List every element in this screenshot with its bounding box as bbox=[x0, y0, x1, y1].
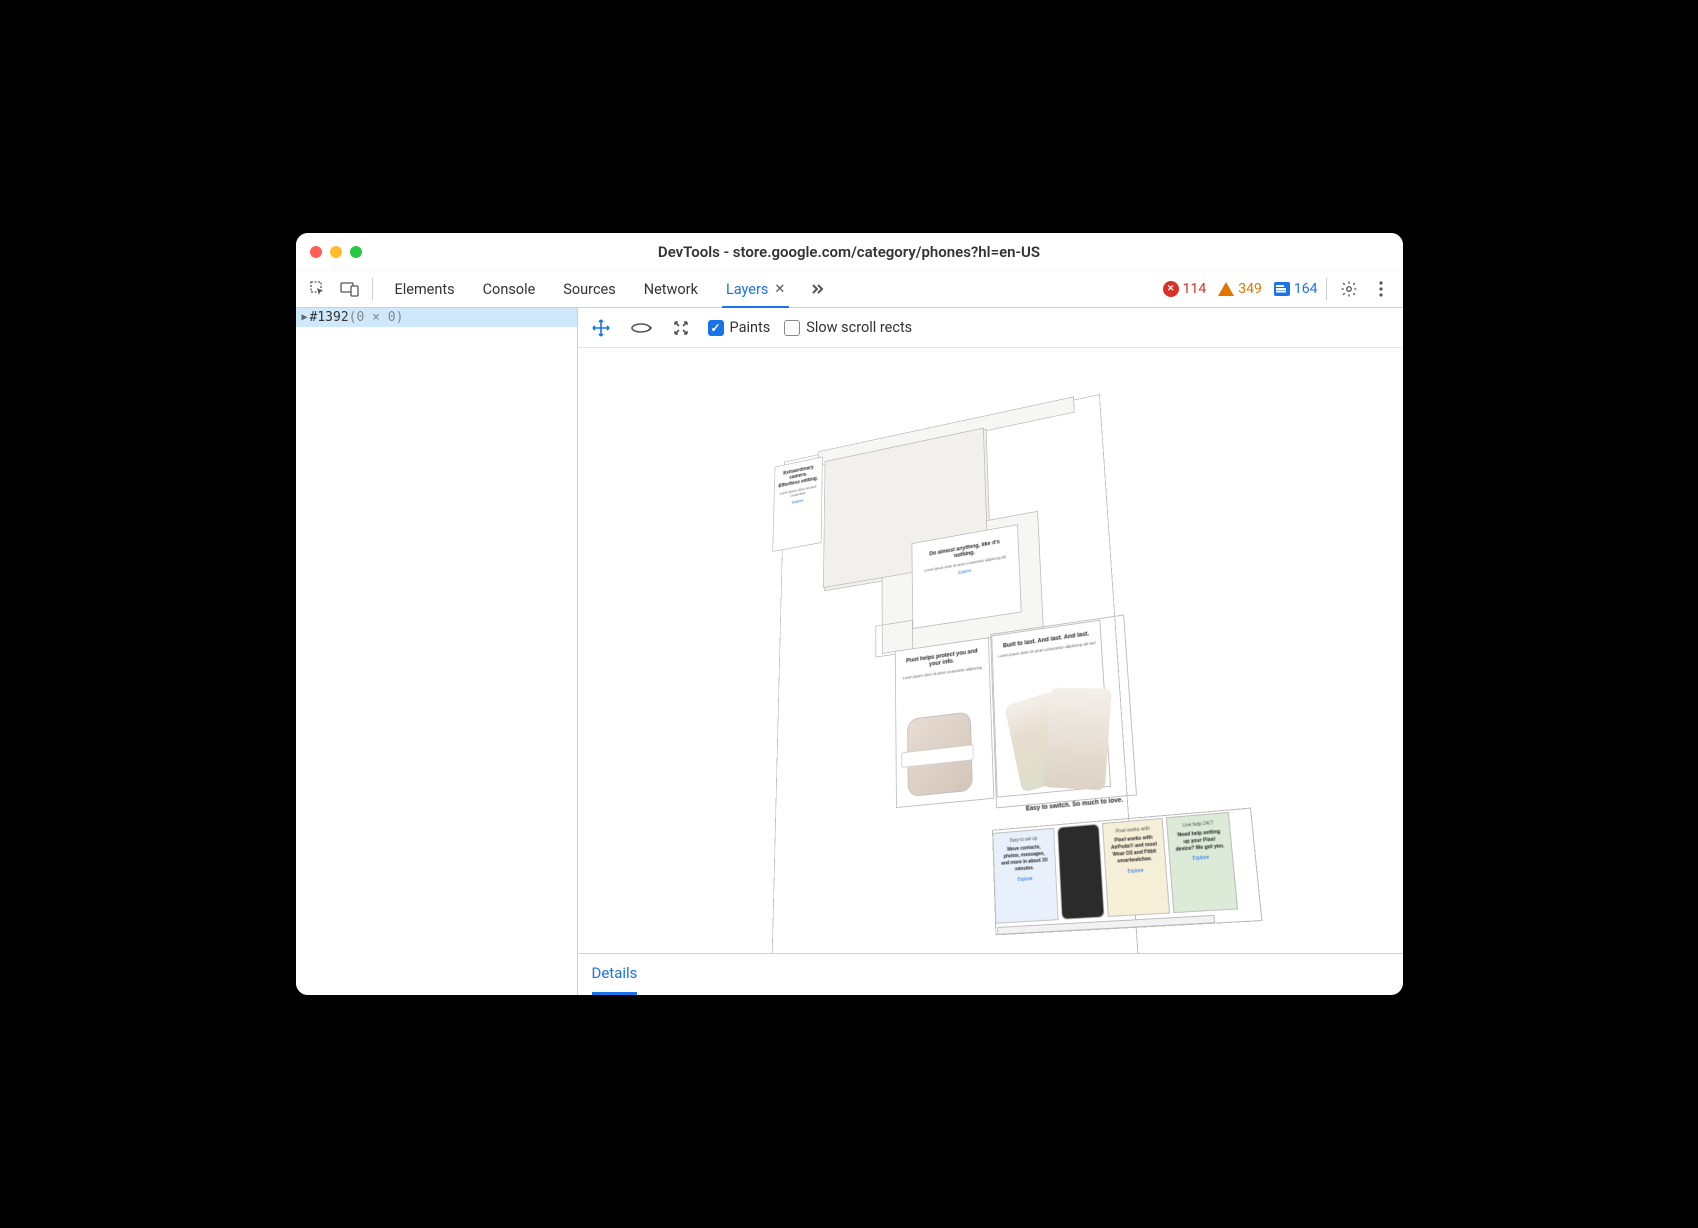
layer-mini-card-1[interactable]: Easy to set up Move contacts, photos, me… bbox=[992, 828, 1058, 924]
details-tab[interactable]: Details bbox=[592, 954, 638, 995]
paints-checkbox[interactable]: Paints bbox=[708, 319, 771, 336]
tab-label: Sources bbox=[563, 281, 615, 298]
tab-layers[interactable]: Layers ✕ bbox=[712, 271, 799, 307]
reset-view-icon[interactable] bbox=[668, 315, 694, 341]
status-indicators: 114 349 164 bbox=[1163, 281, 1318, 297]
devtools-window: DevTools - store.google.com/category/pho… bbox=[296, 233, 1403, 995]
layer-card-doanything[interactable]: Do almost anything, like it's nothing. L… bbox=[911, 525, 1021, 630]
more-menu-icon[interactable] bbox=[1367, 275, 1395, 303]
card-image bbox=[1042, 688, 1111, 791]
device-toolbar-icon[interactable] bbox=[336, 275, 364, 303]
error-icon bbox=[1163, 281, 1179, 297]
mini-link: Explore bbox=[1176, 854, 1226, 864]
layer-mini-card-2[interactable]: Pixel works with Pixel works with AirPod… bbox=[1102, 818, 1170, 917]
layer-card-protects[interactable]: Pixel helps protect you and your info. L… bbox=[895, 638, 994, 809]
window-title: DevTools - store.google.com/category/pho… bbox=[296, 243, 1403, 261]
tab-sources[interactable]: Sources bbox=[549, 271, 629, 307]
mini-body: Move contacts, photos, messages, and mor… bbox=[999, 844, 1050, 875]
layer-tree-sidebar[interactable]: ▶ #1392 (0 × 0) bbox=[296, 308, 578, 995]
message-icon bbox=[1274, 282, 1290, 296]
zoom-window-button[interactable] bbox=[350, 246, 362, 258]
layer-card-extraordinary[interactable]: Extraordinary camera. Effortless editing… bbox=[772, 457, 822, 552]
layers-toolbar: Paints Slow scroll rects bbox=[578, 308, 1403, 348]
layer-mini-card-3[interactable]: Live help 24/7 Need help setting up your… bbox=[1166, 812, 1238, 913]
panel-tabs: Elements Console Sources Network Layers … bbox=[381, 271, 800, 307]
layers-main: Paints Slow scroll rects bbox=[578, 308, 1403, 995]
warning-count-value: 349 bbox=[1238, 281, 1262, 297]
mini-body: Pixel works with AirPods® and most Wear … bbox=[1109, 835, 1159, 867]
traffic-lights bbox=[310, 246, 362, 258]
minimize-window-button[interactable] bbox=[330, 246, 342, 258]
tab-label: Console bbox=[483, 281, 536, 298]
warning-count[interactable]: 349 bbox=[1218, 281, 1262, 297]
layer-dimensions: (0 × 0) bbox=[349, 310, 404, 325]
checkbox-icon bbox=[708, 320, 724, 336]
rotate-mode-icon[interactable] bbox=[628, 315, 654, 341]
toolbar-divider bbox=[372, 278, 373, 300]
checkbox-icon bbox=[784, 320, 800, 336]
panel-body: ▶ #1392 (0 × 0) bbox=[296, 308, 1403, 995]
mini-link: Explore bbox=[1000, 875, 1050, 884]
paints-label: Paints bbox=[730, 319, 771, 336]
devtools-toolbar: Elements Console Sources Network Layers … bbox=[296, 271, 1403, 308]
error-count-value: 114 bbox=[1183, 281, 1207, 297]
more-tabs-icon[interactable] bbox=[803, 281, 831, 297]
slow-scroll-checkbox[interactable]: Slow scroll rects bbox=[784, 319, 912, 336]
close-window-button[interactable] bbox=[310, 246, 322, 258]
details-panel-tabbar: Details bbox=[578, 953, 1403, 995]
inspect-element-icon[interactable] bbox=[304, 275, 332, 303]
tab-label: Network bbox=[644, 281, 698, 298]
toolbar-divider bbox=[1326, 278, 1327, 300]
message-count-value: 164 bbox=[1294, 281, 1318, 297]
layer-tree-item[interactable]: ▶ #1392 (0 × 0) bbox=[296, 308, 577, 327]
settings-icon[interactable] bbox=[1335, 275, 1363, 303]
details-tab-label: Details bbox=[592, 964, 638, 982]
tab-console[interactable]: Console bbox=[469, 271, 550, 307]
mini-body: Need help setting up your Pixel device? … bbox=[1174, 829, 1225, 855]
expand-caret-icon[interactable]: ▶ bbox=[302, 312, 308, 323]
message-count[interactable]: 164 bbox=[1274, 281, 1318, 297]
layer-card-builtlast[interactable]: Built to last. And last. And last. Lorem… bbox=[991, 620, 1111, 798]
mini-link: Explore bbox=[1111, 867, 1159, 876]
close-tab-icon[interactable]: ✕ bbox=[774, 282, 785, 297]
error-count[interactable]: 114 bbox=[1163, 281, 1207, 297]
tab-network[interactable]: Network bbox=[630, 271, 712, 307]
layer-id: #1392 bbox=[310, 310, 349, 325]
window-titlebar: DevTools - store.google.com/category/pho… bbox=[296, 233, 1403, 271]
tab-label: Elements bbox=[395, 281, 455, 298]
tab-elements[interactable]: Elements bbox=[381, 271, 469, 307]
layer-mini-card-phone[interactable] bbox=[1057, 824, 1105, 920]
slow-scroll-label: Slow scroll rects bbox=[806, 319, 912, 336]
tab-label: Layers bbox=[726, 281, 768, 298]
pan-mode-icon[interactable] bbox=[588, 315, 614, 341]
warning-icon bbox=[1218, 282, 1234, 296]
layers-3d-viewport[interactable]: Extraordinary camera. Effortless editing… bbox=[578, 348, 1403, 953]
